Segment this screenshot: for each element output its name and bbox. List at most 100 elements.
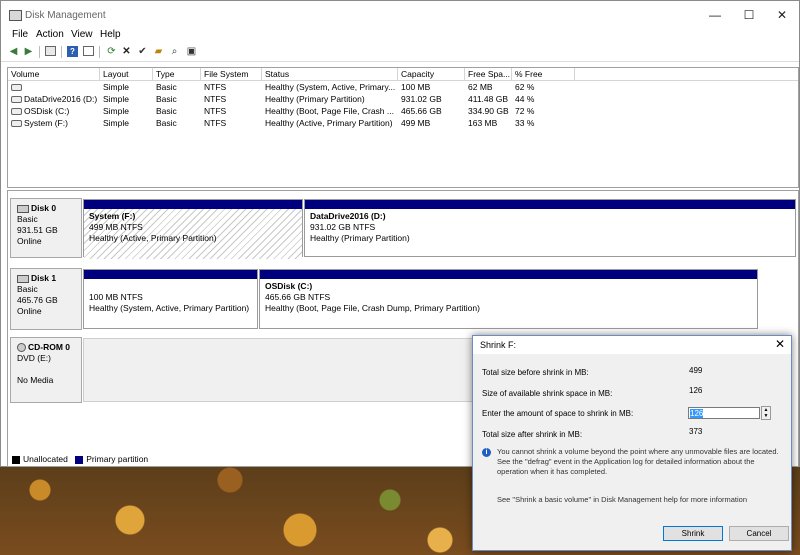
disk-name: Disk 0 — [31, 203, 57, 213]
volume-name: OSDisk (C:) — [24, 106, 70, 116]
console-icon[interactable] — [45, 46, 56, 56]
cell-type: Basic — [156, 106, 177, 116]
forward-icon[interactable]: ▶ — [23, 46, 34, 57]
cell-capacity: 465.66 GB — [401, 106, 442, 116]
cell-volume — [8, 81, 100, 93]
disk-management-icon — [9, 10, 22, 21]
menu-help[interactable]: Help — [100, 29, 121, 41]
check-icon[interactable]: ✔ — [137, 46, 148, 57]
partition-system-reserved[interactable]: 100 MB NTFS Healthy (System, Active, Pri… — [83, 269, 258, 329]
table-row[interactable]: DataDrive2016 (D:) Simple Basic NTFS Hea… — [8, 93, 798, 105]
help-icon[interactable]: ? — [67, 46, 78, 57]
disk-0-label[interactable]: Disk 0 Basic 931.51 GB Online — [10, 198, 82, 258]
available-label: Size of available shrink space in MB: — [482, 389, 613, 398]
table-row[interactable]: Simple Basic NTFS Healthy (System, Activ… — [8, 81, 798, 93]
partition-size: 100 MB NTFS — [89, 292, 143, 302]
shrink-amount-input[interactable]: 126 — [688, 407, 760, 419]
table-row[interactable]: OSDisk (C:) Simple Basic NTFS Healthy (B… — [8, 105, 798, 117]
column-type[interactable]: Type — [153, 68, 201, 80]
delete-icon[interactable]: ✕ — [121, 46, 132, 57]
volume-list-header: Volume Layout Type File System Status Ca… — [8, 68, 798, 81]
partition-status: Healthy (Boot, Page File, Crash Dump, Pr… — [265, 303, 480, 313]
menu-view[interactable]: View — [71, 29, 93, 41]
menu-bar: File Action View Help — [1, 29, 799, 43]
total-before-label: Total size before shrink in MB: — [482, 368, 589, 377]
partition-size: 499 MB NTFS — [89, 222, 143, 232]
disk-icon — [17, 204, 29, 213]
partition-size: 931.02 GB NTFS — [310, 222, 376, 232]
column-percent-free[interactable]: % Free — [512, 68, 575, 80]
partition-status: Healthy (Active, Primary Partition) — [89, 233, 217, 243]
refresh-icon[interactable]: ⟳ — [106, 46, 117, 57]
primary-swatch — [75, 455, 84, 464]
partition-datadrive-d[interactable]: DataDrive2016 (D:) 931.02 GB NTFS Health… — [304, 199, 796, 257]
cell-status: Healthy (Primary Partition) — [265, 94, 365, 104]
partition-system-f[interactable]: System (F:) 499 MB NTFS Healthy (Active,… — [83, 199, 303, 259]
volume-name: DataDrive2016 (D:) — [24, 94, 98, 104]
partition-bar — [305, 200, 795, 209]
open-icon[interactable]: ▰ — [153, 46, 164, 57]
volume-icon — [11, 108, 22, 116]
column-layout[interactable]: Layout — [100, 68, 153, 80]
menu-file[interactable]: File — [12, 29, 28, 41]
toolbar-separator — [39, 46, 40, 58]
toolbar: ◀ ▶ ? ⟳ ✕ ✔ ▰ ⌕ ▣ — [1, 43, 799, 62]
cdrom-icon — [17, 343, 26, 353]
shrink-amount-spinner[interactable]: ▲ ▼ — [761, 406, 771, 420]
unallocated-swatch — [12, 455, 20, 464]
rescan-icon[interactable]: ▣ — [186, 46, 197, 57]
disk-state: No Media — [17, 375, 54, 385]
partition-info: OSDisk (C:) 465.66 GB NTFS Healthy (Boot… — [260, 279, 757, 316]
shrink-button[interactable]: Shrink — [663, 526, 723, 541]
back-icon[interactable]: ◀ — [8, 46, 19, 57]
close-button[interactable]: ✕ — [765, 1, 799, 29]
cdrom-0-label[interactable]: CD-ROM 0 DVD (E:) No Media — [10, 337, 82, 403]
properties-icon[interactable] — [83, 46, 94, 56]
dialog-title-bar[interactable]: Shrink F: ✕ — [473, 336, 791, 354]
disk-type: Basic — [17, 214, 38, 224]
column-file-system[interactable]: File System — [201, 68, 262, 80]
cell-volume: System (F:) — [8, 117, 100, 129]
volume-icon — [11, 120, 22, 128]
available-value: 126 — [689, 386, 703, 395]
disk-1-label[interactable]: Disk 1 Basic 465.76 GB Online — [10, 268, 82, 330]
maximize-button[interactable]: ☐ — [732, 1, 766, 29]
window-title: Disk Management — [25, 10, 106, 21]
partition-name: System (F:) — [89, 211, 136, 221]
volume-list: Volume Layout Type File System Status Ca… — [7, 67, 799, 188]
table-row[interactable]: System (F:) Simple Basic NTFS Healthy (A… — [8, 117, 798, 129]
minimize-button[interactable]: — — [698, 1, 732, 29]
column-free-space[interactable]: Free Spa... — [465, 68, 512, 80]
toolbar-separator — [99, 46, 100, 58]
partition-bar — [84, 200, 302, 209]
cell-free-space: 62 MB — [468, 82, 493, 92]
column-status[interactable]: Status — [262, 68, 398, 80]
legend-unallocated: Unallocated — [23, 454, 68, 464]
total-after-value: 373 — [689, 427, 703, 436]
partition-bar — [260, 270, 757, 279]
column-capacity[interactable]: Capacity — [398, 68, 465, 80]
volume-icon — [11, 96, 22, 104]
menu-action[interactable]: Action — [36, 29, 64, 41]
cancel-button[interactable]: Cancel — [729, 526, 789, 541]
cell-type: Basic — [156, 82, 177, 92]
legend-primary: Primary partition — [86, 454, 149, 464]
search-icon[interactable]: ⌕ — [169, 46, 180, 57]
disk-size: 931.51 GB — [17, 225, 58, 235]
partition-bar — [84, 270, 257, 279]
cell-layout: Simple — [103, 118, 129, 128]
cell-layout: Simple — [103, 94, 129, 104]
dialog-close-button[interactable]: ✕ — [775, 337, 785, 351]
shrink-amount-value: 126 — [690, 409, 704, 418]
partition-status: Healthy (Primary Partition) — [310, 233, 410, 243]
disk-state: Online — [17, 306, 42, 316]
dialog-title: Shrink F: — [480, 340, 517, 350]
info-message: You cannot shrink a volume beyond the po… — [497, 447, 779, 476]
title-bar[interactable]: Disk Management — ☐ ✕ — [1, 1, 799, 29]
toolbar-separator — [61, 46, 62, 58]
partition-osdisk-c[interactable]: OSDisk (C:) 465.66 GB NTFS Healthy (Boot… — [259, 269, 758, 329]
total-after-label: Total size after shrink in MB: — [482, 430, 583, 439]
column-volume[interactable]: Volume — [8, 68, 100, 80]
partition-name: DataDrive2016 (D:) — [310, 211, 386, 221]
cell-percent-free: 62 % — [515, 82, 535, 92]
